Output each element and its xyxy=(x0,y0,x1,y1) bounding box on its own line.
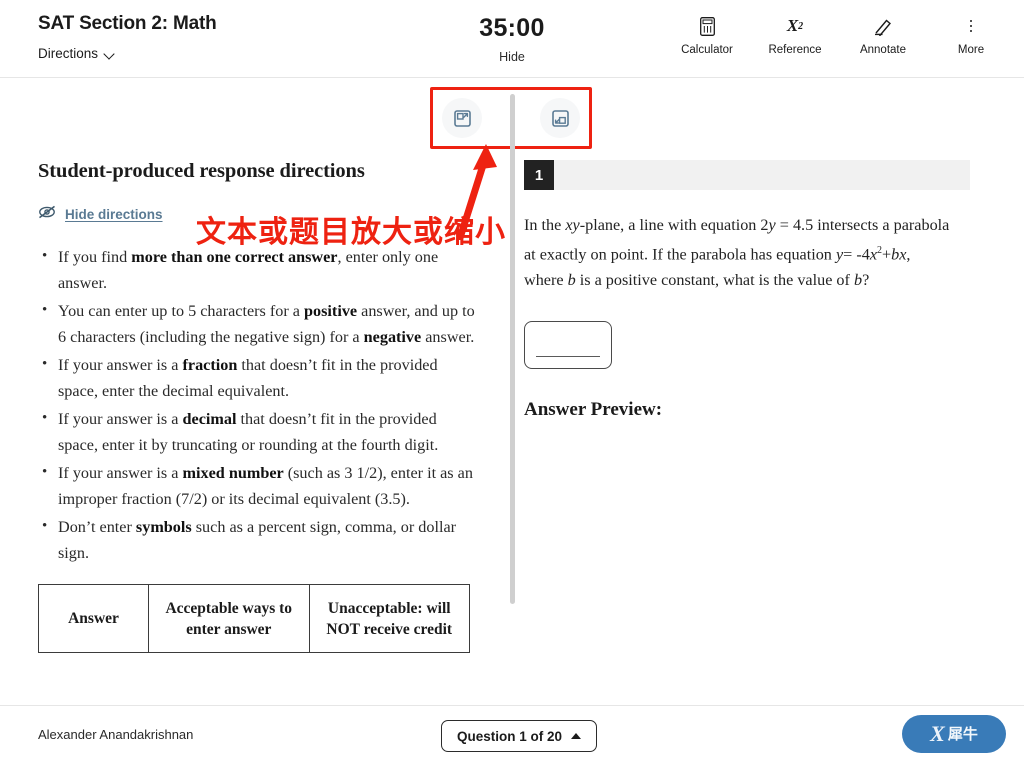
list-item: If your answer is a fraction that doesn’… xyxy=(38,351,478,404)
watermark-brand-text: 犀牛 xyxy=(947,724,978,743)
watermark-x-mark: X xyxy=(930,721,945,746)
more-button[interactable]: More xyxy=(940,14,1002,56)
expand-panel-button[interactable] xyxy=(442,98,482,138)
watermark-logo: X 犀牛 xyxy=(902,715,1006,753)
panel-split-divider[interactable] xyxy=(510,94,515,604)
answer-format-table: Answer Acceptable ways to enter answer U… xyxy=(38,584,470,653)
table-header-acceptable: Acceptable ways to enter answer xyxy=(148,584,310,653)
question-number-badge: 1 xyxy=(524,160,554,190)
question-navigator-button[interactable]: Question 1 of 20 xyxy=(441,720,597,752)
reference-icon: X2 xyxy=(786,16,804,35)
annotate-icon xyxy=(873,14,893,38)
expand-panel-icon xyxy=(453,109,471,127)
annotation-chinese-note: 文本或题目放大或缩小 xyxy=(196,215,506,250)
question-navigator-label: Question 1 of 20 xyxy=(456,728,563,744)
collapse-panel-button[interactable] xyxy=(540,98,580,138)
table-header-answer: Answer xyxy=(38,584,149,653)
directions-heading: Student-produced response directions xyxy=(38,160,365,182)
sat-test-app: SAT Section 2: Math Directions 35:00 Hid… xyxy=(0,0,1024,767)
annotate-button[interactable]: Annotate xyxy=(852,14,914,56)
list-item: You can enter up to 5 characters for a p… xyxy=(38,297,478,350)
answer-preview-label: Answer Preview: xyxy=(524,399,663,421)
list-item: If you find more than one correct answer… xyxy=(38,243,478,296)
calculator-label: Calculator xyxy=(681,44,733,56)
student-name: Alexander Anandakrishnan xyxy=(38,727,194,742)
hide-directions-label: Hide directions xyxy=(65,207,163,222)
more-icon xyxy=(969,14,973,38)
more-label: More xyxy=(957,44,985,56)
app-header: SAT Section 2: Math Directions 35:00 Hid… xyxy=(0,0,1024,78)
directions-bullet-list: If you find more than one correct answer… xyxy=(38,243,478,566)
reference-button[interactable]: X2 Reference xyxy=(764,14,826,56)
table-row: Answer Acceptable ways to enter answer U… xyxy=(38,584,470,653)
list-item: Don’t enter symbols such as a percent si… xyxy=(38,513,478,566)
table-header-unacceptable: Unacceptable: will NOT receive credit xyxy=(308,584,470,653)
eye-slash-icon xyxy=(38,205,56,224)
question-header-bar: 1 xyxy=(524,160,970,190)
question-text: In the xy-plane, a line with equation 2y… xyxy=(524,216,950,290)
caret-up-icon xyxy=(571,733,582,739)
calculator-button[interactable]: Calculator xyxy=(676,14,738,56)
reference-label: Reference xyxy=(768,44,822,56)
header-tools-group: Calculator X2 Reference Annotate More xyxy=(676,14,1002,56)
list-item: If your answer is a mixed number (such a… xyxy=(38,459,478,512)
annotate-label: Annotate xyxy=(859,44,907,56)
question-panel: 1 In the xy-plane, a line with equation … xyxy=(524,160,994,706)
answer-input[interactable] xyxy=(524,321,612,370)
collapse-panel-icon xyxy=(551,109,569,127)
calculator-icon xyxy=(699,14,715,38)
list-item: If your answer is a decimal that doesn’t… xyxy=(38,405,478,458)
app-footer: Alexander Anandakrishnan Question 1 of 2… xyxy=(0,705,1024,767)
